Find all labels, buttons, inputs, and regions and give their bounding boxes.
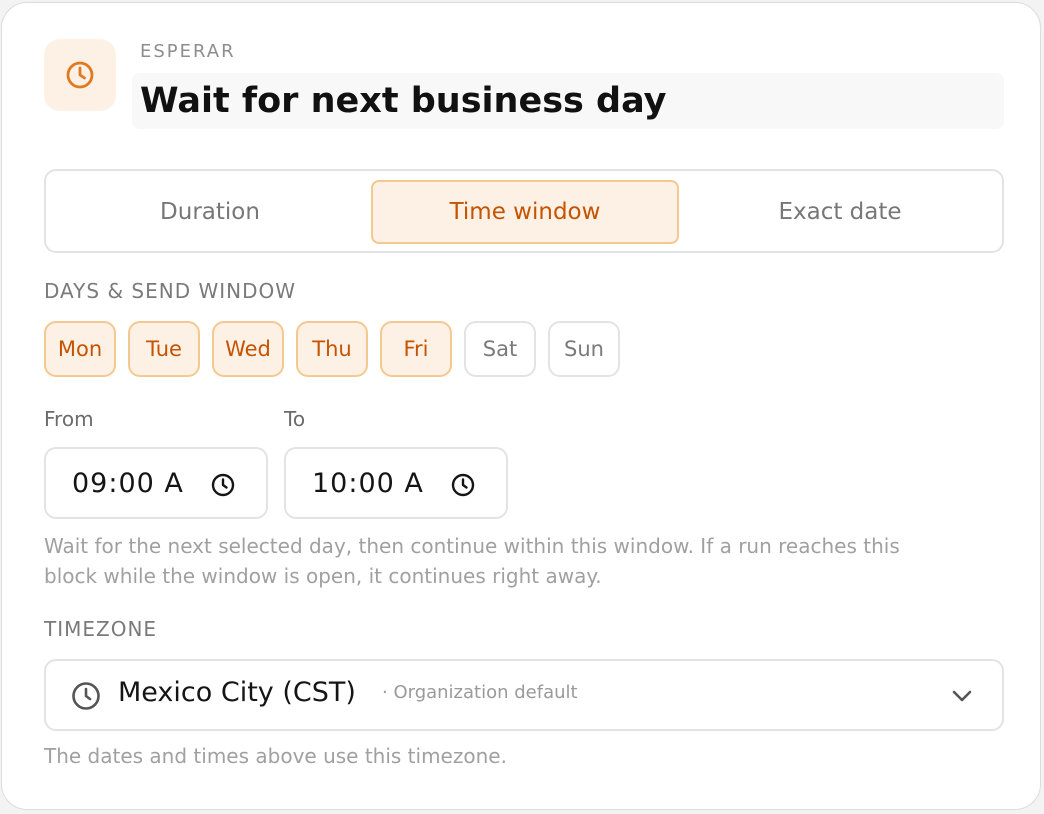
to-time-value: 10:00 A: [312, 467, 424, 499]
tab-duration[interactable]: Duration: [55, 180, 365, 244]
timezone-help-text: The dates and times above use this timez…: [44, 744, 507, 768]
to-time-input[interactable]: 10:00 A: [284, 447, 508, 519]
timezone-default-note: · Organization default: [382, 682, 578, 703]
days-section-label: DAYS & SEND WINDOW: [44, 279, 297, 303]
day-toggle-fri[interactable]: Fri: [380, 321, 452, 377]
timezone-select[interactable]: Mexico City (CST) · Organization default: [44, 659, 1004, 731]
chevron-down-icon[interactable]: [950, 685, 974, 711]
wait-block-card: ESPERAR Wait for next business day Durat…: [1, 2, 1041, 810]
clock-icon[interactable]: [450, 472, 476, 505]
day-toggle-thu[interactable]: Thu: [296, 321, 368, 377]
window-help-line: block while the window is open, it conti…: [44, 564, 602, 588]
clock-icon: [44, 39, 116, 111]
wait-mode-tabs: Duration Time window Exact date: [44, 169, 1004, 253]
day-toggle-mon[interactable]: Mon: [44, 321, 116, 377]
clock-icon[interactable]: [210, 472, 236, 505]
day-toggle-tue[interactable]: Tue: [128, 321, 200, 377]
window-help-line: Wait for the next selected day, then con…: [44, 534, 900, 558]
block-title-input[interactable]: Wait for next business day: [132, 73, 1004, 129]
block-title-text: Wait for next business day: [140, 81, 667, 121]
tab-time-window[interactable]: Time window: [371, 180, 679, 244]
day-toggle-wed[interactable]: Wed: [212, 321, 284, 377]
to-label: To: [284, 407, 306, 431]
from-label: From: [44, 407, 94, 431]
timezone-value: Mexico City (CST): [118, 677, 356, 708]
from-time-value: 09:00 A: [72, 467, 184, 499]
tab-exact-date[interactable]: Exact date: [685, 180, 995, 244]
from-time-input[interactable]: 09:00 A: [44, 447, 268, 519]
window-help-text: Wait for the next selected day, then con…: [44, 531, 900, 591]
clock-icon: [70, 680, 102, 716]
day-toggle-sat[interactable]: Sat: [464, 321, 536, 377]
day-toggle-sun[interactable]: Sun: [548, 321, 620, 377]
timezone-section-label: TIMEZONE: [44, 617, 158, 641]
block-type-label: ESPERAR: [140, 41, 236, 62]
